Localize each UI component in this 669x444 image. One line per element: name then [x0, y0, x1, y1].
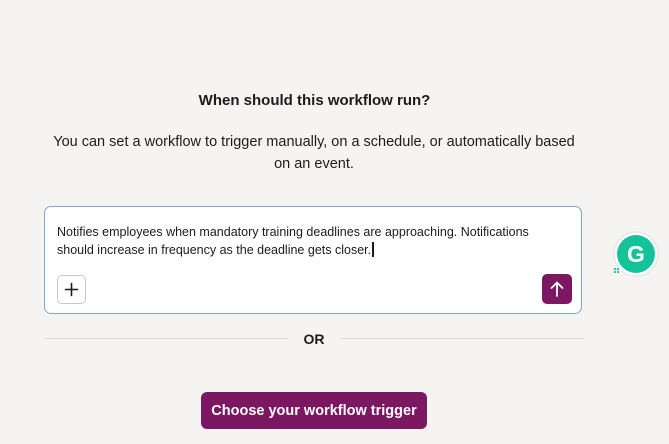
- grammarly-g-icon: G: [613, 231, 659, 277]
- workflow-trigger-page: When should this workflow run? You can s…: [0, 0, 669, 444]
- text-caret: [372, 242, 374, 257]
- grammarly-letter: G: [627, 241, 645, 267]
- divider-left: [44, 338, 288, 339]
- page-description: You can set a workflow to trigger manual…: [53, 134, 575, 172]
- add-button[interactable]: [57, 275, 86, 304]
- composer-text-area[interactable]: Notifies employees when mandatory traini…: [57, 223, 569, 259]
- grammarly-widget[interactable]: G: [612, 231, 660, 279]
- page-title: When should this workflow run?: [198, 92, 431, 109]
- divider-right: [340, 338, 584, 339]
- composer-value: Notifies employees when mandatory traini…: [57, 225, 529, 257]
- choose-trigger-button[interactable]: Choose your workflow trigger: [201, 392, 427, 429]
- or-divider-label: OR: [303, 331, 325, 347]
- plus-icon: [64, 282, 79, 297]
- send-button[interactable]: [542, 274, 572, 304]
- arrow-up-icon: [550, 281, 564, 297]
- workflow-description-input[interactable]: Notifies employees when mandatory traini…: [44, 206, 582, 314]
